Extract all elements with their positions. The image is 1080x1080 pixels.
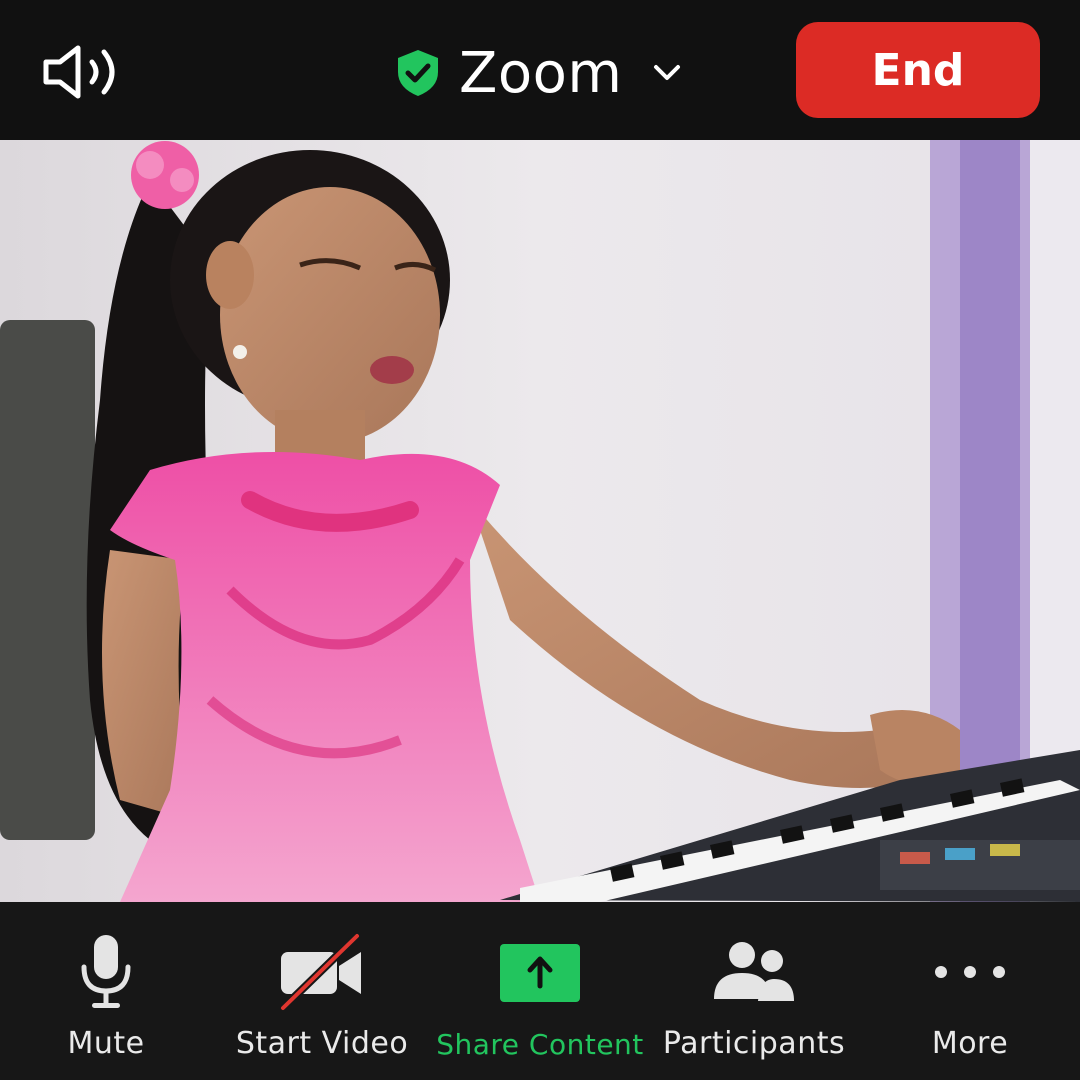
top-bar: Zoom End [0,0,1080,140]
share-content-button[interactable]: Share Content [422,930,658,1070]
end-meeting-button[interactable]: End [796,22,1040,118]
mute-label: Mute [67,1026,145,1061]
more-button[interactable]: More [920,930,1020,1070]
speaker-icon [43,45,115,99]
meeting-title: Zoom [459,40,623,106]
more-dots-icon [935,966,1005,978]
meeting-toolbar: Mute Start Video Share Content Participa… [0,902,1080,1080]
start-video-label: Start Video [235,1026,409,1061]
microphone-icon [81,935,131,1008]
share-content-label: Share Content [436,1028,644,1061]
participants-icon [714,942,794,1001]
participant-video[interactable] [0,140,1080,902]
participants-button[interactable]: Participants [652,930,856,1070]
speaker-button[interactable] [38,40,128,104]
participants-label: Participants [662,1026,846,1061]
share-upload-icon [500,944,580,1002]
zoom-meeting-screen: Zoom End Mute Start Video Share Content … [0,0,1080,1080]
shield-check-icon [398,50,438,96]
mute-button[interactable]: Mute [54,930,158,1070]
start-video-button[interactable]: Start Video [224,930,420,1070]
video-off-icon [280,933,361,1011]
meeting-title-dropdown[interactable]: Zoom [395,38,682,108]
video-frame-image [0,140,1080,902]
chevron-down-icon [654,65,681,80]
more-label: More [931,1026,1009,1061]
